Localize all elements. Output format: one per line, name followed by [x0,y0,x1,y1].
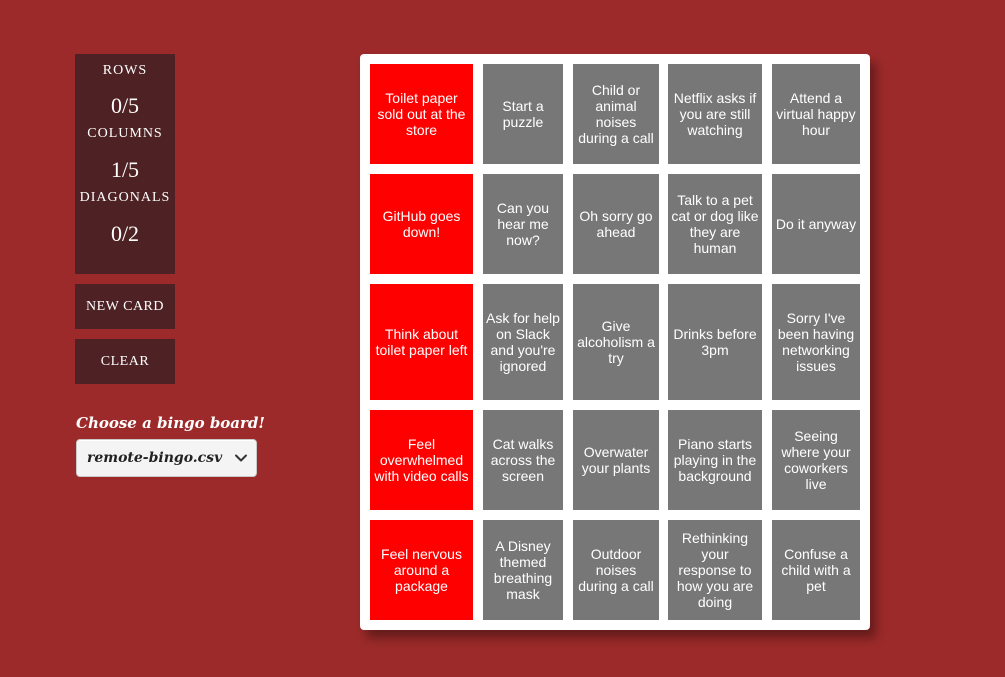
bingo-board: Toilet paper sold out at the store Start … [360,54,870,630]
rows-value: 0/5 [110,93,140,118]
diagonals-value: 0/2 [110,221,140,246]
bingo-cell[interactable]: Give alcoholism a try [573,284,659,400]
bingo-cell[interactable]: Talk to a pet cat or dog like they are h… [668,174,762,274]
chevron-down-icon [235,454,247,462]
columns-value: 1/5 [110,157,140,182]
diagonals-label: DIAGONALS [79,190,171,205]
bingo-cell[interactable]: Overwater your plants [573,410,659,510]
scoreboard-panel: ROWS 0/5 COLUMNS 1/5 DIAGONALS 0/2 [75,54,175,274]
board-select[interactable]: remote-bingo.csv [76,439,257,477]
bingo-cell[interactable]: A Disney themed breathing mask [483,520,563,620]
bingo-cell[interactable]: Do it anyway [772,174,860,274]
bingo-cell[interactable]: GitHub goes down! [370,174,473,274]
bingo-cell[interactable]: Can you hear me now? [483,174,563,274]
bingo-cell[interactable]: Outdoor noises during a call [573,520,659,620]
bingo-cell[interactable]: Toilet paper sold out at the store [370,64,473,164]
bingo-cell[interactable]: Think about toilet paper left [370,284,473,400]
bingo-cell[interactable]: Start a puzzle [483,64,563,164]
rows-label: ROWS [102,63,148,78]
bingo-cell[interactable]: Netflix asks if you are still watching [668,64,762,164]
bingo-cell[interactable]: Cat walks across the screen [483,410,563,510]
bingo-cell[interactable]: Feel overwhelmed with video calls [370,410,473,510]
bingo-cell[interactable]: Seeing where your coworkers live [772,410,860,510]
bingo-cell[interactable]: Child or animal noises during a call [573,64,659,164]
bingo-cell[interactable]: Piano starts playing in the background [668,410,762,510]
columns-label: COLUMNS [87,126,163,141]
bingo-cell[interactable]: Attend a virtual happy hour [772,64,860,164]
bingo-cell[interactable]: Oh sorry go ahead [573,174,659,274]
bingo-cell[interactable]: Sorry I've been having networking issues [772,284,860,400]
bingo-cell[interactable]: Ask for help on Slack and you're ignored [483,284,563,400]
board-select-value: remote-bingo.csv [87,450,223,466]
bingo-cell[interactable]: Confuse a child with a pet [772,520,860,620]
bingo-cell[interactable]: Drinks before 3pm [668,284,762,400]
bingo-cell[interactable]: Rethinking your response to how you are … [668,520,762,620]
board-picker-label: Choose a bingo board! [76,414,266,432]
clear-button[interactable]: CLEAR [75,339,175,384]
new-card-button[interactable]: NEW CARD [75,284,175,329]
bingo-cell[interactable]: Feel nervous around a package [370,520,473,620]
